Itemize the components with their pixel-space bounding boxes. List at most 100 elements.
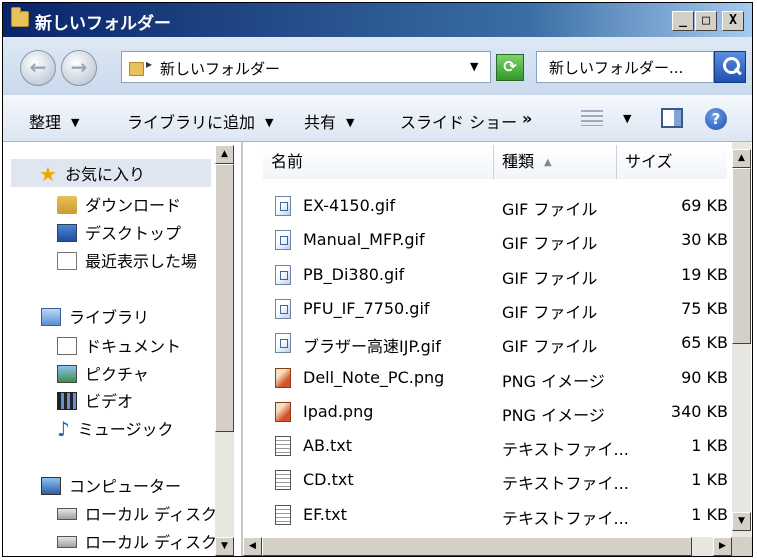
scroll-left-button[interactable]: ◀	[243, 537, 262, 556]
address-dropdown-icon[interactable]: ▼	[470, 60, 478, 73]
recent-places-icon	[57, 252, 77, 270]
file-row[interactable]: Dell_Note_PC.png PNG イメージ 90 KB	[243, 360, 728, 394]
slideshow-button[interactable]: スライド ショー	[400, 109, 517, 133]
search-button[interactable]	[714, 51, 746, 83]
file-type: GIF ファイル	[502, 234, 598, 253]
column-label: サイズ	[625, 152, 673, 171]
view-dropdown-button[interactable]: ▼	[623, 109, 631, 128]
file-row[interactable]: Manual_MFP.gif GIF ファイル 30 KB	[243, 222, 728, 256]
nav-item-recent[interactable]: 最近表示した場	[57, 248, 197, 272]
file-row[interactable]: PB_Di380.gif GIF ファイル 19 KB	[243, 257, 728, 291]
preview-pane-icon[interactable]	[661, 108, 683, 128]
file-size: 69 KB	[681, 196, 728, 215]
document-icon	[57, 337, 77, 355]
nav-label: ドキュメント	[85, 337, 182, 356]
add-to-library-label: ライブラリに追加	[127, 113, 256, 132]
computer-icon	[41, 477, 61, 495]
title-bar[interactable]: 新しいフォルダー _ □ X	[3, 3, 752, 37]
txt-file-icon	[275, 505, 291, 525]
back-button[interactable]: ←	[20, 50, 56, 86]
nav-item-pictures[interactable]: ピクチャ	[57, 361, 149, 385]
file-name: ブラザー高速IJP.gif	[303, 337, 441, 356]
nav-item-desktop[interactable]: デスクトップ	[57, 220, 181, 244]
file-row[interactable]: CD.txt テキストファイ... 1 KB	[243, 462, 728, 496]
view-options-icon[interactable]	[581, 110, 603, 126]
forward-button[interactable]: →	[61, 50, 97, 86]
chevron-down-icon: ▼	[346, 116, 355, 129]
gif-file-icon	[275, 196, 291, 216]
file-type: GIF ファイル	[502, 337, 598, 356]
file-type: PNG イメージ	[502, 406, 605, 425]
file-row[interactable]: ブラザー高速IJP.gif GIF ファイル 65 KB	[243, 325, 728, 359]
close-button[interactable]: X	[722, 11, 744, 31]
nav-label: 最近表示した場	[85, 252, 198, 271]
refresh-button[interactable]: ⟳	[496, 54, 524, 81]
nav-item-documents[interactable]: ドキュメント	[57, 333, 181, 357]
nav-item-local-disk-c[interactable]: ローカル ディスク	[57, 501, 217, 525]
share-button[interactable]: 共有 ▼	[304, 109, 354, 133]
file-name: EF.txt	[303, 505, 347, 524]
nav-label: お気に入り	[64, 165, 145, 184]
folder-icon	[11, 7, 29, 27]
add-to-library-button[interactable]: ライブラリに追加 ▼	[127, 109, 273, 133]
nav-item-videos[interactable]: ビデオ	[57, 388, 133, 412]
scroll-thumb[interactable]	[215, 164, 234, 432]
chevron-right-icon[interactable]: ▸	[146, 57, 152, 71]
nav-label: ビデオ	[85, 392, 134, 411]
search-input[interactable]: 新しいフォルダー...	[536, 51, 714, 83]
file-row[interactable]: PFU_IF_7750.gif GIF ファイル 75 KB	[243, 291, 728, 325]
command-bar: 整理 ▼ ライブラリに追加 ▼ 共有 ▼ スライド ショー » ▼ ?	[3, 95, 752, 142]
gif-file-icon	[275, 333, 291, 353]
file-size: 65 KB	[681, 333, 728, 352]
scroll-thumb[interactable]	[732, 168, 751, 344]
nav-item-libraries[interactable]: ライブラリ	[41, 304, 149, 328]
picture-icon	[57, 365, 77, 383]
file-row[interactable]: AB.txt テキストファイ... 1 KB	[243, 428, 728, 462]
organize-button[interactable]: 整理 ▼	[29, 109, 79, 133]
video-icon	[57, 392, 77, 410]
column-header-type[interactable]: 種類 ▲	[494, 145, 617, 179]
file-name: Manual_MFP.gif	[303, 230, 425, 249]
file-size: 1 KB	[691, 470, 728, 489]
more-commands-button[interactable]: »	[522, 109, 532, 128]
minimize-button[interactable]: _	[672, 11, 694, 31]
nav-scrollbar[interactable]: ▲ ▼	[215, 145, 234, 556]
nav-item-computer[interactable]: コンピューター	[41, 473, 181, 497]
file-list-horizontal-scrollbar[interactable]: ◀ ▶	[243, 537, 732, 556]
scroll-down-button[interactable]: ▼	[732, 512, 751, 531]
file-name: EX-4150.gif	[303, 196, 396, 215]
nav-item-local-disk-d[interactable]: ローカル ディスク	[57, 529, 217, 553]
column-header-size[interactable]: サイズ	[617, 145, 727, 179]
column-header-name[interactable]: 名前	[263, 145, 494, 179]
scroll-up-button[interactable]: ▲	[215, 145, 234, 164]
share-label: 共有	[304, 113, 337, 132]
file-type: テキストファイ...	[502, 509, 629, 528]
address-path[interactable]: 新しいフォルダー	[160, 58, 280, 79]
nav-item-favorites[interactable]: ★ お気に入り	[11, 159, 211, 187]
scroll-right-button[interactable]: ▶	[713, 537, 732, 556]
file-type: テキストファイ...	[502, 440, 629, 459]
help-icon[interactable]: ?	[705, 108, 727, 130]
file-row[interactable]: EF.txt テキストファイ... 1 KB	[243, 497, 728, 531]
gif-file-icon	[275, 265, 291, 285]
library-icon	[41, 308, 61, 326]
file-row[interactable]: Ipad.png PNG イメージ 340 KB	[243, 394, 728, 428]
nav-item-music[interactable]: ♪ ミュージック	[57, 416, 173, 441]
maximize-button[interactable]: □	[695, 11, 717, 31]
file-type: GIF ファイル	[502, 303, 598, 322]
nav-item-downloads[interactable]: ダウンロード	[57, 192, 181, 216]
file-name: PB_Di380.gif	[303, 265, 405, 284]
file-row[interactable]: EX-4150.gif GIF ファイル 69 KB	[243, 188, 728, 222]
organize-label: 整理	[29, 113, 62, 132]
file-size: 19 KB	[681, 265, 728, 284]
scroll-up-button[interactable]: ▲	[732, 149, 751, 168]
nav-label: デスクトップ	[85, 224, 182, 243]
downloads-folder-icon	[57, 196, 77, 214]
scrollbar-corner	[732, 537, 752, 556]
address-bar[interactable]: ▸ 新しいフォルダー ▼	[121, 51, 491, 83]
scroll-down-button[interactable]: ▼	[215, 537, 234, 556]
nav-label: ライブラリ	[69, 308, 150, 327]
star-icon: ★	[39, 162, 57, 186]
scroll-thumb[interactable]	[262, 537, 692, 556]
file-list-scrollbar[interactable]: ▲ ▼	[732, 142, 751, 537]
